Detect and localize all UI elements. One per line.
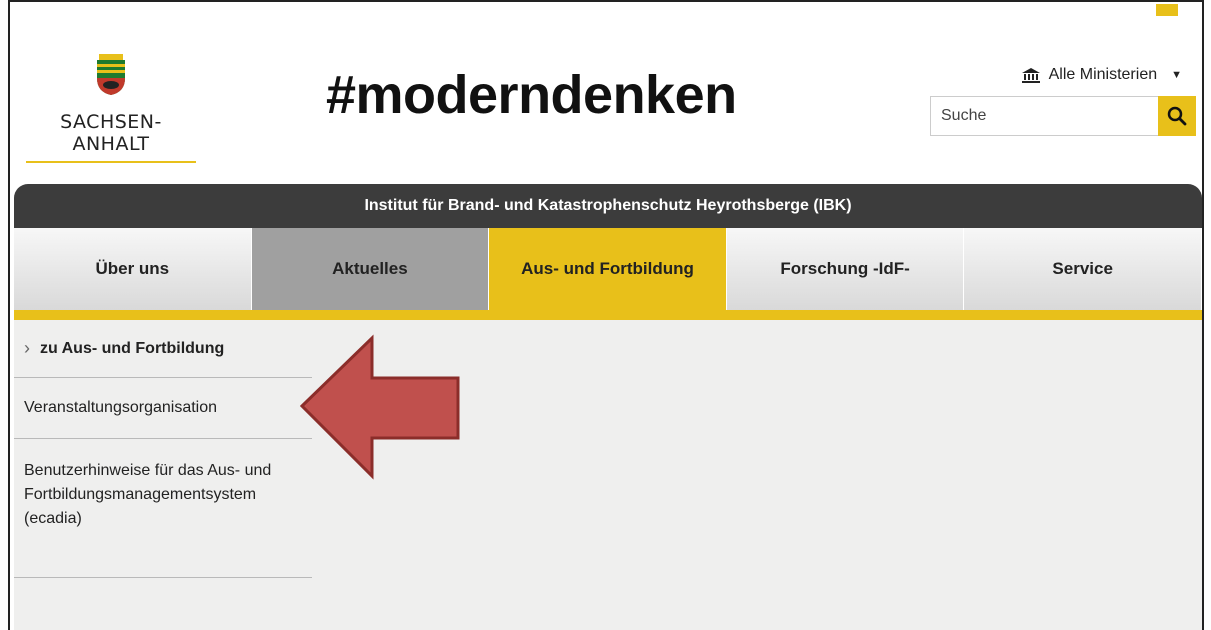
chevron-down-icon: ▼	[1171, 69, 1182, 81]
ministry-building-icon	[1021, 68, 1040, 83]
nav-accent-bar	[14, 310, 1202, 320]
nav-item-service[interactable]: Service	[964, 228, 1202, 310]
state-name: SACHSEN-ANHALT	[60, 111, 162, 155]
campaign-claim: #moderndenken	[326, 65, 737, 125]
nav-item-aus-und-fortbildung[interactable]: Aus- und Fortbildung	[489, 228, 727, 310]
site-title[interactable]: Institut für Brand- und Katastrophenschu…	[14, 184, 1202, 228]
search-form	[930, 96, 1196, 136]
sidebar-item-label: Benutzerhinweise für das Aus- und Fortbi…	[24, 462, 272, 527]
header: SACHSEN-ANHALT #moderndenken Alle Minist…	[10, 2, 1202, 182]
search-icon	[1167, 106, 1187, 126]
sidebar-item-label: Veranstaltungsorganisation	[24, 399, 218, 416]
search-button[interactable]	[1158, 96, 1196, 136]
chevron-right-icon: ›	[24, 338, 30, 358]
coat-of-arms-icon	[97, 54, 125, 95]
ministries-label: Alle Ministerien	[1048, 66, 1158, 83]
sidebar-item-parent[interactable]: › zu Aus- und Fortbildung	[14, 320, 312, 378]
main-navigation: Institut für Brand- und Katastrophenschu…	[14, 184, 1202, 320]
sidebar-item-veranstaltungsorganisation[interactable]: Veranstaltungsorganisation	[14, 378, 312, 439]
nav-item-aktuelles[interactable]: Aktuelles	[251, 228, 490, 310]
sidebar-item-benutzerhinweise[interactable]: Benutzerhinweise für das Aus- und Fortbi…	[14, 439, 312, 578]
page-frame: SACHSEN-ANHALT #moderndenken Alle Minist…	[8, 0, 1204, 630]
nav-item-forschung[interactable]: Forschung -IdF-	[726, 228, 965, 310]
search-input[interactable]	[930, 96, 1158, 136]
content-area: › zu Aus- und Fortbildung Veranstaltungs…	[14, 320, 1202, 630]
annotation-arrow-icon	[300, 334, 460, 480]
ministries-dropdown[interactable]: Alle Ministerien ▼	[1021, 66, 1182, 84]
logo-underline	[26, 161, 196, 163]
state-logo[interactable]: SACHSEN-ANHALT	[26, 52, 196, 163]
sidebar-menu: › zu Aus- und Fortbildung Veranstaltungs…	[14, 320, 312, 578]
nav-item-ueber-uns[interactable]: Über uns	[14, 228, 252, 310]
sidebar-item-label: zu Aus- und Fortbildung	[40, 339, 225, 357]
